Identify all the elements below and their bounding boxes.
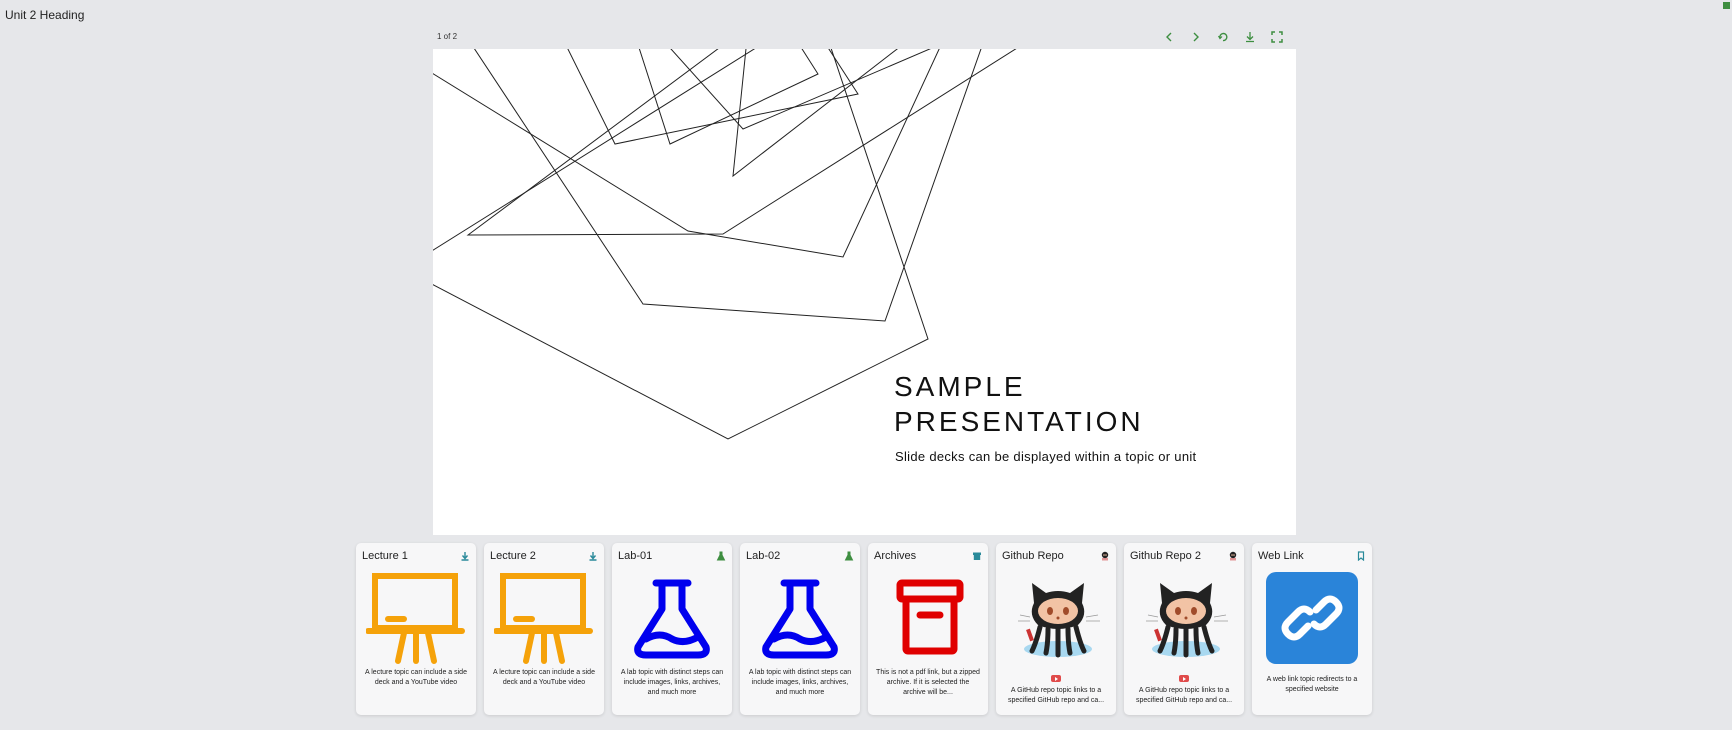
page-count: 1 of 2 [437,32,458,41]
topic-title: Lecture 2 [490,550,536,562]
topic-description: A GitHub repo topic links to a specified… [1007,687,1105,704]
topic-title: Github Repo [1002,550,1064,562]
octocat-icon [1134,571,1234,665]
rotate-icon [1217,32,1228,42]
topic-title: Archives [874,550,917,562]
download-icon [588,551,598,561]
easel-icon [494,571,594,665]
topic-description: A lab topic with distinct steps can incl… [748,669,852,696]
previous-page-button[interactable] [1160,28,1178,46]
topic-description: A GitHub repo topic links to a specified… [1135,687,1233,704]
topic-card-archives[interactable]: Archives This is not a pdf link, but a z… [868,543,988,715]
next-page-button[interactable] [1187,28,1205,46]
slide-subtitle: Slide decks can be displayed within a to… [895,449,1197,464]
github-small-icon [1228,551,1238,561]
fullscreen-button[interactable] [1268,28,1286,46]
bookmark-icon [1356,551,1366,561]
topic-card-lab-01[interactable]: Lab-01 A lab topic with distinct steps c… [612,543,732,715]
topic-title: Lab-02 [746,550,781,562]
viewer-toolbar [1160,28,1286,46]
flask-icon [622,571,722,665]
slide: SAMPLE PRESENTATION Slide decks can be d… [433,49,1296,535]
topic-card-lecture-1[interactable]: Lecture 1 A lecture topic can include a … [356,543,476,715]
topic-card-github-repo[interactable]: Github Repo A GitHub repo topic links to… [996,543,1116,715]
chevron-right-icon [1193,32,1199,42]
flask-icon [750,571,850,665]
github-small-icon [1100,551,1110,561]
download-icon [1246,32,1254,43]
topic-description: A lab topic with distinct steps can incl… [620,669,724,696]
flask-small-icon [716,551,726,561]
topic-description: A web link topic redirects to a specifie… [1266,676,1358,693]
topic-strip: Lecture 1 A lecture topic can include a … [356,543,1372,715]
topic-title: Lecture 1 [362,550,408,562]
topic-description: This is not a pdf link, but a zipped arc… [876,669,980,696]
topic-card-lab-02[interactable]: Lab-02 A lab topic with distinct steps c… [740,543,860,715]
page-heading: Unit 2 Heading [5,8,85,22]
link-icon [1262,571,1362,665]
youtube-icon [1179,675,1189,682]
youtube-icon [1051,675,1061,682]
octocat-icon [1006,571,1106,665]
download-icon [460,551,470,561]
slide-title: SAMPLE PRESENTATION [894,371,1144,437]
topic-card-web-link[interactable]: Web Link A web link topic redirects to a… [1252,543,1372,715]
status-indicator [1723,2,1730,9]
flask-small-icon [844,551,854,561]
chevron-left-icon [1166,32,1172,42]
topic-description: A lecture topic can include a side deck … [493,669,595,686]
topic-card-github-repo-2[interactable]: Github Repo 2 A GitHub repo topic links … [1124,543,1244,715]
archive-small-icon [972,551,982,561]
topic-title: Lab-01 [618,550,653,562]
topic-title: Web Link [1258,550,1304,562]
fullscreen-icon [1271,31,1283,43]
download-button[interactable] [1241,28,1259,46]
easel-icon [366,571,466,665]
topic-description: A lecture topic can include a side deck … [365,669,467,686]
rotate-button[interactable] [1214,28,1232,46]
topic-card-lecture-2[interactable]: Lecture 2 A lecture topic can include a … [484,543,604,715]
archive-icon [878,571,978,665]
topic-title: Github Repo 2 [1130,550,1201,562]
